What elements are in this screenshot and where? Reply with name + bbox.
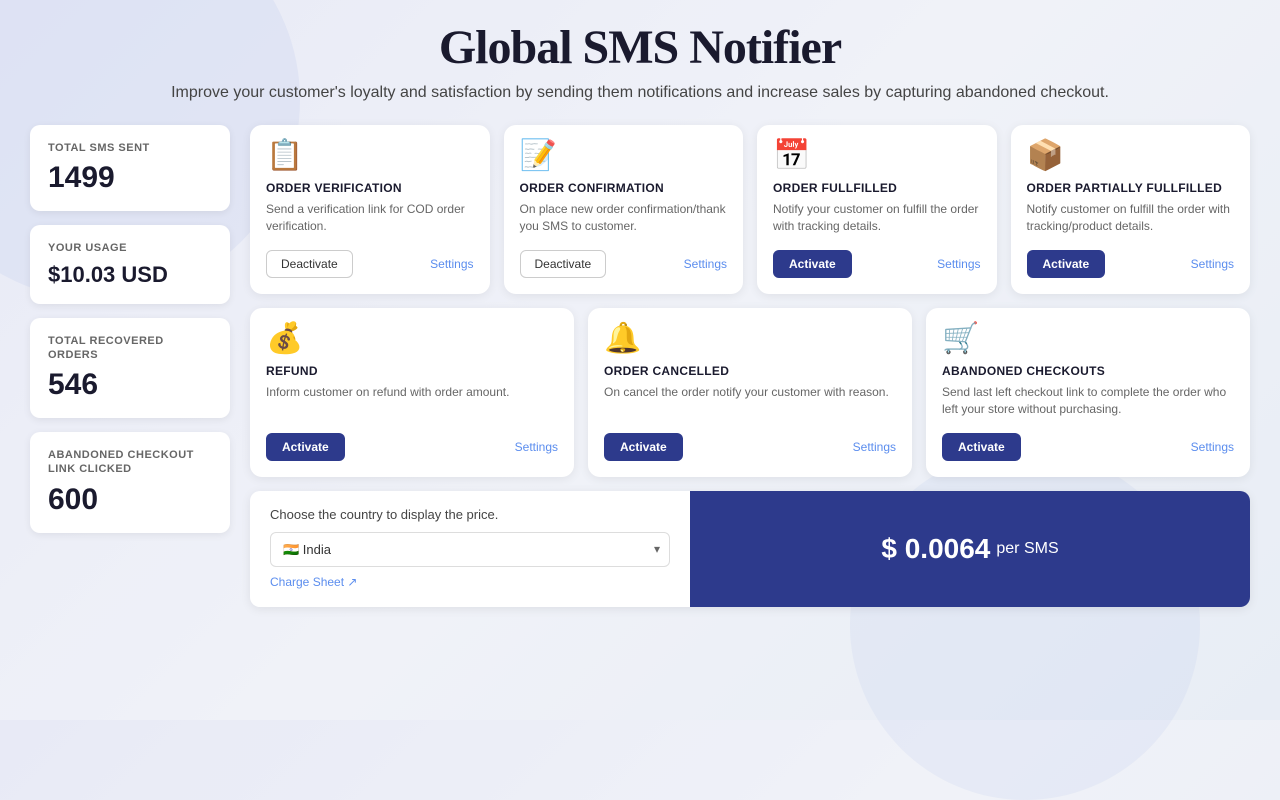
card-title-order-cancelled: ORDER CANCELLED	[604, 364, 896, 378]
btn-activate-order-cancelled[interactable]: Activate	[604, 433, 683, 461]
country-select[interactable]: 🇮🇳 India 🇺🇸 United States 🇬🇧 United King…	[270, 532, 670, 567]
card-icon-abandoned-checkouts: 🛒	[942, 324, 1234, 354]
btn-settings-order-cancelled[interactable]: Settings	[853, 440, 896, 454]
usage-value: $10.03 USD	[48, 262, 212, 288]
price-unit: per SMS	[996, 540, 1058, 558]
card-title-order-verification: ORDER VERIFICATION	[266, 181, 474, 195]
card-desc-order-fulfilled: Notify your customer on fulfill the orde…	[773, 201, 981, 236]
card-actions-order-partial: Activate Settings	[1027, 250, 1235, 278]
abandoned-label: ABANDONED CHECKOUT LINK CLICKED	[48, 448, 212, 477]
card-desc-abandoned-checkouts: Send last left checkout link to complete…	[942, 384, 1234, 419]
main-content: 📋 ORDER VERIFICATION Send a verification…	[250, 125, 1250, 607]
card-desc-order-verification: Send a verification link for COD order v…	[266, 201, 474, 236]
card-desc-order-partial: Notify customer on fulfill the order wit…	[1027, 201, 1235, 236]
btn-settings-order-confirmation[interactable]: Settings	[684, 257, 727, 271]
card-actions-abandoned-checkouts: Activate Settings	[942, 433, 1234, 461]
card-title-refund: REFUND	[266, 364, 558, 378]
card-desc-order-confirmation: On place new order confirmation/thank yo…	[520, 201, 728, 236]
recovered-value: 546	[48, 368, 212, 402]
card-icon-order-cancelled: 🔔	[604, 324, 896, 354]
stat-card-total-sms: TOTAL SMS SENT 1499	[30, 125, 230, 211]
btn-deactivate-order-confirmation[interactable]: Deactivate	[520, 250, 607, 278]
btn-activate-abandoned-checkouts[interactable]: Activate	[942, 433, 1021, 461]
usage-label: YOUR USAGE	[48, 241, 212, 255]
stat-card-usage: YOUR USAGE $10.03 USD	[30, 225, 230, 303]
card-actions-order-verification: Deactivate Settings	[266, 250, 474, 278]
card-order-cancelled: 🔔 ORDER CANCELLED On cancel the order no…	[588, 308, 912, 477]
card-actions-order-cancelled: Activate Settings	[604, 433, 896, 461]
price-amount: $ 0.0064	[881, 533, 990, 565]
card-title-order-partial: ORDER PARTIALLY FULLFILLED	[1027, 181, 1235, 195]
btn-deactivate-order-verification[interactable]: Deactivate	[266, 250, 353, 278]
country-selector: Choose the country to display the price.…	[250, 491, 690, 607]
btn-activate-order-partial[interactable]: Activate	[1027, 250, 1106, 278]
page-header: Global SMS Notifier Improve your custome…	[30, 20, 1250, 105]
card-actions-order-fulfilled: Activate Settings	[773, 250, 981, 278]
cards-row-1: 📋 ORDER VERIFICATION Send a verification…	[250, 125, 1250, 294]
btn-settings-refund[interactable]: Settings	[515, 440, 558, 454]
card-actions-refund: Activate Settings	[266, 433, 558, 461]
btn-activate-order-fulfilled[interactable]: Activate	[773, 250, 852, 278]
card-desc-order-cancelled: On cancel the order notify your customer…	[604, 384, 896, 419]
btn-activate-refund[interactable]: Activate	[266, 433, 345, 461]
card-title-order-confirmation: ORDER CONFIRMATION	[520, 181, 728, 195]
country-label: Choose the country to display the price.	[270, 507, 670, 522]
card-title-abandoned-checkouts: ABANDONED CHECKOUTS	[942, 364, 1234, 378]
stat-card-abandoned: ABANDONED CHECKOUT LINK CLICKED 600	[30, 432, 230, 533]
page-title: Global SMS Notifier	[30, 20, 1250, 75]
card-title-order-fulfilled: ORDER FULLFILLED	[773, 181, 981, 195]
total-sms-value: 1499	[48, 161, 212, 195]
stat-card-recovered: TOTAL RECOVERED ORDERS 546	[30, 318, 230, 419]
recovered-label: TOTAL RECOVERED ORDERS	[48, 334, 212, 363]
pricing-section: Choose the country to display the price.…	[250, 491, 1250, 607]
card-refund: 💰 REFUND Inform customer on refund with …	[250, 308, 574, 477]
card-icon-order-partial: 📦	[1027, 141, 1235, 171]
card-order-confirmation: 📝 ORDER CONFIRMATION On place new order …	[504, 125, 744, 294]
btn-settings-abandoned-checkouts[interactable]: Settings	[1191, 440, 1234, 454]
card-desc-refund: Inform customer on refund with order amo…	[266, 384, 558, 419]
card-order-verification: 📋 ORDER VERIFICATION Send a verification…	[250, 125, 490, 294]
card-actions-order-confirmation: Deactivate Settings	[520, 250, 728, 278]
card-icon-order-confirmation: 📝	[520, 141, 728, 171]
btn-settings-order-verification[interactable]: Settings	[430, 257, 473, 271]
btn-settings-order-fulfilled[interactable]: Settings	[937, 257, 980, 271]
card-order-partial: 📦 ORDER PARTIALLY FULLFILLED Notify cust…	[1011, 125, 1251, 294]
stats-sidebar: TOTAL SMS SENT 1499 YOUR USAGE $10.03 US…	[30, 125, 230, 533]
total-sms-label: TOTAL SMS SENT	[48, 141, 212, 155]
abandoned-value: 600	[48, 483, 212, 517]
card-icon-order-verification: 📋	[266, 141, 474, 171]
price-display: $ 0.0064 per SMS	[690, 491, 1250, 607]
page-subtitle: Improve your customer's loyalty and sati…	[30, 81, 1250, 105]
cards-row-2: 💰 REFUND Inform customer on refund with …	[250, 308, 1250, 477]
card-icon-refund: 💰	[266, 324, 558, 354]
card-abandoned-checkouts: 🛒 ABANDONED CHECKOUTS Send last left che…	[926, 308, 1250, 477]
charge-sheet-link[interactable]: Charge Sheet ↗	[270, 575, 357, 589]
card-icon-order-fulfilled: 📅	[773, 141, 981, 171]
card-order-fulfilled: 📅 ORDER FULLFILLED Notify your customer …	[757, 125, 997, 294]
btn-settings-order-partial[interactable]: Settings	[1191, 257, 1234, 271]
